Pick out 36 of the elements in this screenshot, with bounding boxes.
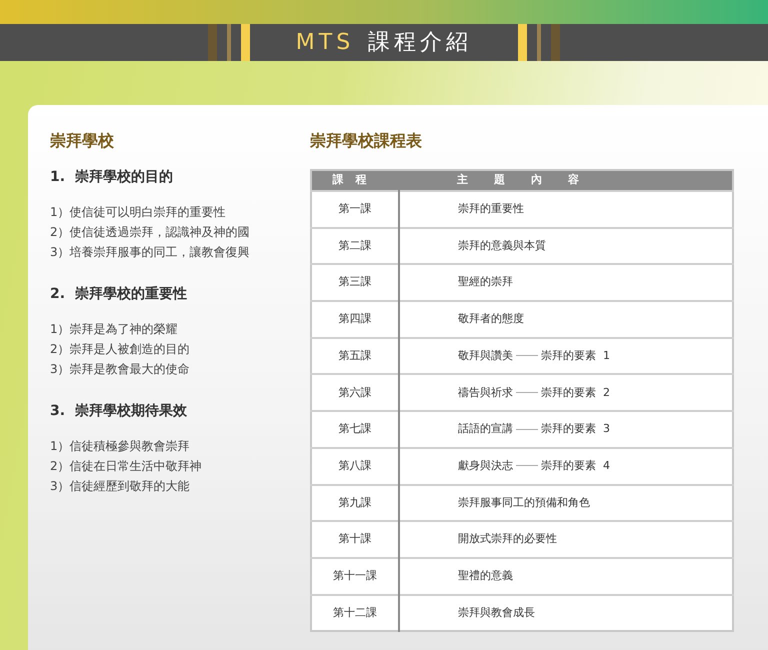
list-item: 2）使信徒透過崇拜，認識神及神的國: [50, 224, 251, 241]
table-cell: 話語的宣講 崇拜的要素 3: [399, 411, 733, 448]
section-heading: 3. 崇拜學校期待果效: [50, 402, 188, 421]
list-item: 1）使信徒可以明白崇拜的重要性: [50, 204, 227, 221]
section-heading: 2. 崇拜學校的重要性: [50, 285, 188, 304]
table-cell: 禱告與祈求 崇拜的要素 2: [399, 374, 733, 412]
table-cell: 崇拜服事同工的預備和角色: [399, 484, 733, 522]
list-item: 2）崇拜是人被創造的目的: [50, 341, 191, 358]
dash-rule: [516, 465, 538, 466]
column-header: 課程: [311, 170, 399, 191]
column-header: 主題內容: [399, 170, 733, 191]
section-title: 崇拜學校課程表: [310, 130, 423, 152]
table-cell: 崇拜的意義與本質: [399, 228, 733, 264]
table-cell: 崇拜的重要性: [399, 191, 733, 228]
list-item: 3）信徒經歷到敬拜的大能: [50, 478, 191, 495]
page-title: MTS 課程介紹: [296, 29, 472, 57]
section-title: 崇拜學校: [50, 130, 115, 152]
stripe-ornament-icon: [208, 24, 250, 61]
list-item: 2）信徒在日常生活中敬拜神: [50, 458, 203, 475]
section-heading: 1. 崇拜學校的目的: [50, 168, 174, 187]
table-cell: 開放式崇拜的必要性: [399, 521, 733, 558]
table-cell: 敬拜與讚美 崇拜的要素 1: [399, 338, 733, 374]
list-item: 1）崇拜是為了神的榮耀: [50, 321, 179, 338]
table-cell: 敬拜者的態度: [399, 301, 733, 338]
list-item: 1）信徒積極參與教會崇拜: [50, 438, 191, 455]
list-item: 3）培養崇拜服事的同工，讓教會復興: [50, 244, 251, 261]
list-item: 3）崇拜是教會最大的使命: [50, 361, 191, 378]
table-cell: 崇拜與教會成長: [399, 594, 733, 632]
table-cell: 聖禮的意義: [399, 558, 733, 595]
table-cell: 聖經的崇拜: [399, 264, 733, 302]
table-cell: 獻身與決志 崇拜的要素 4: [399, 448, 733, 484]
dash-rule: [516, 392, 538, 394]
dash-rule: [516, 355, 538, 356]
table-cell: 第十二課: [311, 594, 399, 632]
stripe-ornament-icon: [518, 24, 560, 61]
dash-rule: [516, 428, 538, 430]
